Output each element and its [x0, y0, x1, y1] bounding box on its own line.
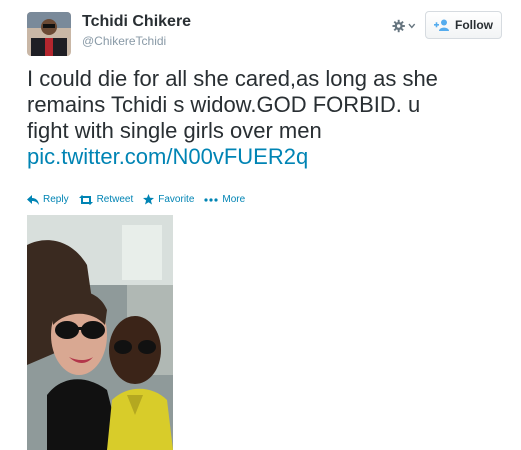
reply-action[interactable]: Reply — [27, 194, 69, 205]
selfie-photo-image — [27, 215, 173, 450]
more-dots-icon — [204, 197, 218, 202]
tweet-text: I could die for all she cared,as long as… — [27, 66, 502, 170]
tweet-actions: Reply Retweet Favorite More — [27, 194, 245, 205]
follow-button[interactable]: Follow — [425, 11, 502, 39]
tweet-text-line: fight with single girls over men — [27, 118, 322, 143]
tweet-media-link[interactable]: pic.twitter.com/N00vFUER2q — [27, 144, 502, 170]
reply-icon — [27, 194, 39, 205]
retweet-icon — [78, 194, 93, 205]
follow-label: Follow — [455, 18, 493, 32]
favorite-label: Favorite — [158, 194, 195, 205]
screen-name[interactable]: @ChikereTchidi — [82, 34, 166, 48]
display-name[interactable]: Tchidi Chikere — [82, 13, 191, 31]
tweet-photo[interactable] — [27, 215, 173, 450]
avatar[interactable] — [27, 12, 71, 56]
retweet-label: Retweet — [96, 194, 134, 205]
avatar-image — [27, 12, 71, 56]
more-label: More — [222, 194, 246, 205]
more-action[interactable]: More — [204, 194, 245, 205]
add-user-icon — [434, 19, 449, 31]
chevron-down-icon — [408, 23, 416, 29]
favorite-action[interactable]: Favorite — [143, 194, 194, 205]
gear-icon — [392, 19, 405, 33]
settings-dropdown[interactable] — [392, 17, 416, 35]
tweet-text-line: remains Tchidi s widow.GOD FORBID. u — [27, 92, 421, 117]
tweet-text-line: I could die for all she cared,as long as… — [27, 66, 438, 91]
star-icon — [143, 194, 155, 205]
retweet-action[interactable]: Retweet — [78, 194, 134, 205]
reply-label: Reply — [43, 194, 69, 205]
